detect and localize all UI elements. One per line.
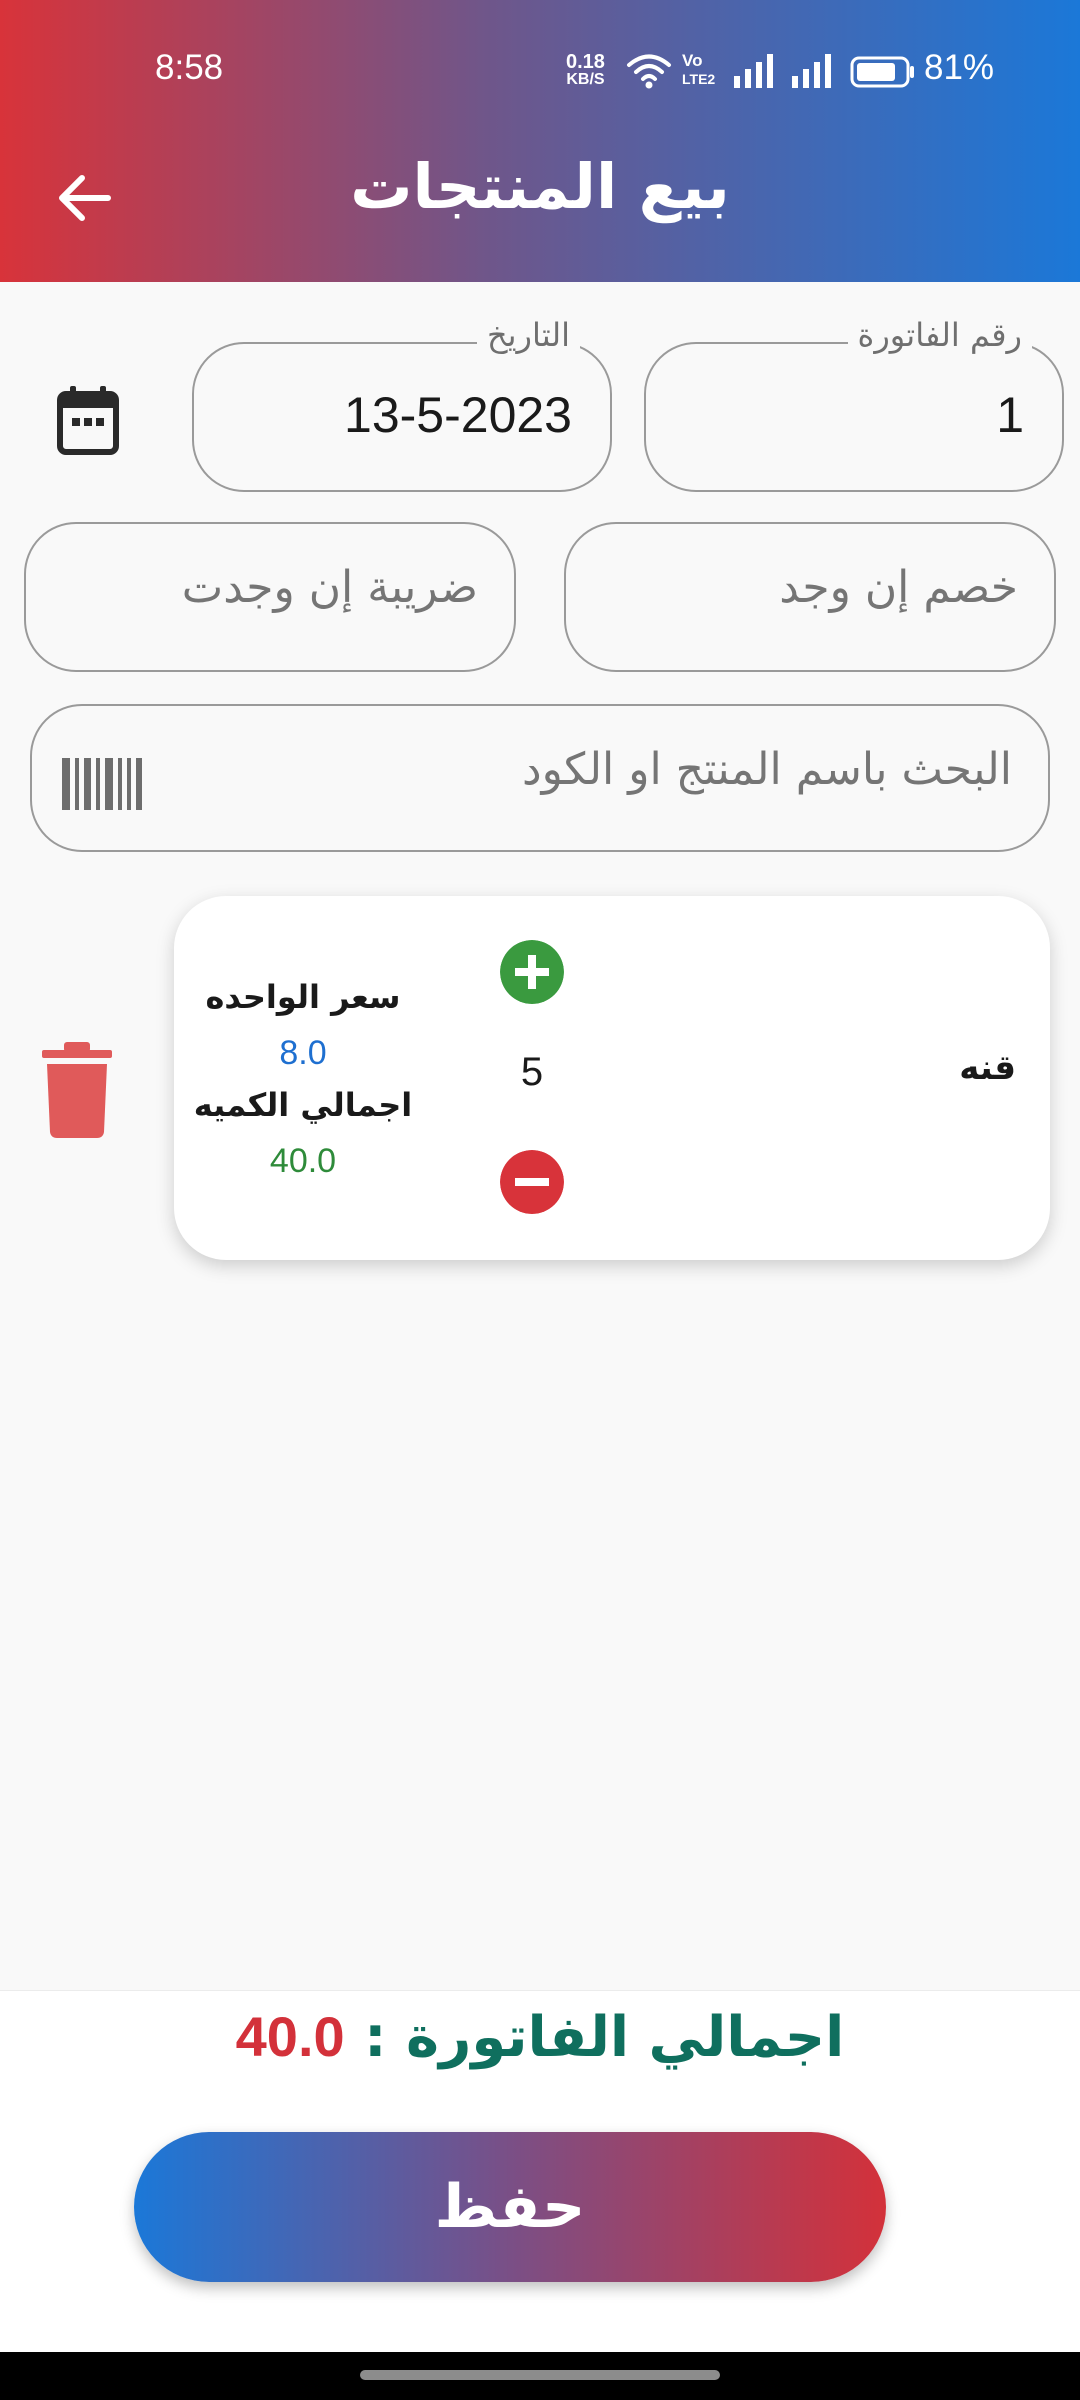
tax-input[interactable]: ضريبة إن وجدت xyxy=(24,522,516,672)
signal-icon xyxy=(734,54,773,88)
invoice-total-value: 40.0 xyxy=(235,2005,345,2068)
cart-item-card: سعر الواحده 8.0 اجمالي الكميه 40.0 5 قنه xyxy=(174,896,1050,1260)
network-speed-value: 0.18 xyxy=(566,51,605,73)
signal-icon-sim2 xyxy=(792,54,831,88)
home-gesture-pill[interactable] xyxy=(360,2370,720,2380)
discount-placeholder: خصم إن وجد xyxy=(779,562,1018,613)
date-field[interactable]: التاريخ 13-5-2023 xyxy=(192,316,612,492)
unit-price-value: 8.0 xyxy=(279,1034,327,1072)
barcode-icon[interactable] xyxy=(60,756,144,812)
volte-icon: Vo LTE2 xyxy=(682,52,715,88)
invoice-total-label: اجمالي الفاتورة : xyxy=(364,2005,845,2070)
discount-input[interactable]: خصم إن وجد xyxy=(564,522,1056,672)
battery-icon xyxy=(850,56,914,88)
tax-placeholder: ضريبة إن وجدت xyxy=(181,562,478,613)
search-input[interactable]: البحث باسم المنتج او الكود xyxy=(30,704,1050,852)
invoice-number-field[interactable]: رقم الفاتورة 1 xyxy=(644,316,1064,492)
line-total-value: 40.0 xyxy=(269,1142,337,1180)
save-button[interactable]: حفظ xyxy=(134,2132,886,2282)
invoice-number-label: رقم الفاتورة xyxy=(847,316,1032,354)
minus-icon[interactable] xyxy=(500,1150,564,1214)
page-title: بيع المنتجات xyxy=(350,150,730,223)
status-bar: 8:58 0.18 KB/S Vo LTE2 81% xyxy=(0,0,1080,114)
invoice-number-value: 1 xyxy=(996,387,1024,443)
quantity-value: 5 xyxy=(520,1050,544,1094)
save-button-label: حفظ xyxy=(434,2172,586,2242)
volte-top: Vo xyxy=(682,51,703,70)
trash-icon[interactable] xyxy=(42,1042,112,1138)
invoice-total: اجمالي الفاتورة : 40.0 xyxy=(0,2004,1080,2070)
search-placeholder: البحث باسم المنتج او الكود xyxy=(521,744,1012,795)
arrow-left-icon[interactable] xyxy=(52,166,116,230)
wifi-icon xyxy=(627,54,671,89)
network-speed: 0.18 KB/S xyxy=(566,52,605,88)
plus-icon[interactable] xyxy=(500,940,564,1004)
unit-price-label: سعر الواحده xyxy=(205,978,401,1016)
date-label: التاريخ xyxy=(476,316,580,354)
line-total-label: اجمالي الكميه xyxy=(193,1086,413,1124)
battery-percentage: 81% xyxy=(924,48,995,87)
product-name: قنه xyxy=(959,1048,1016,1088)
volte-bottom: LTE2 xyxy=(682,71,716,87)
network-speed-unit: KB/S xyxy=(566,71,605,88)
calendar-icon[interactable] xyxy=(56,384,120,456)
status-time: 8:58 xyxy=(155,48,224,87)
date-value: 13-5-2023 xyxy=(344,387,572,443)
